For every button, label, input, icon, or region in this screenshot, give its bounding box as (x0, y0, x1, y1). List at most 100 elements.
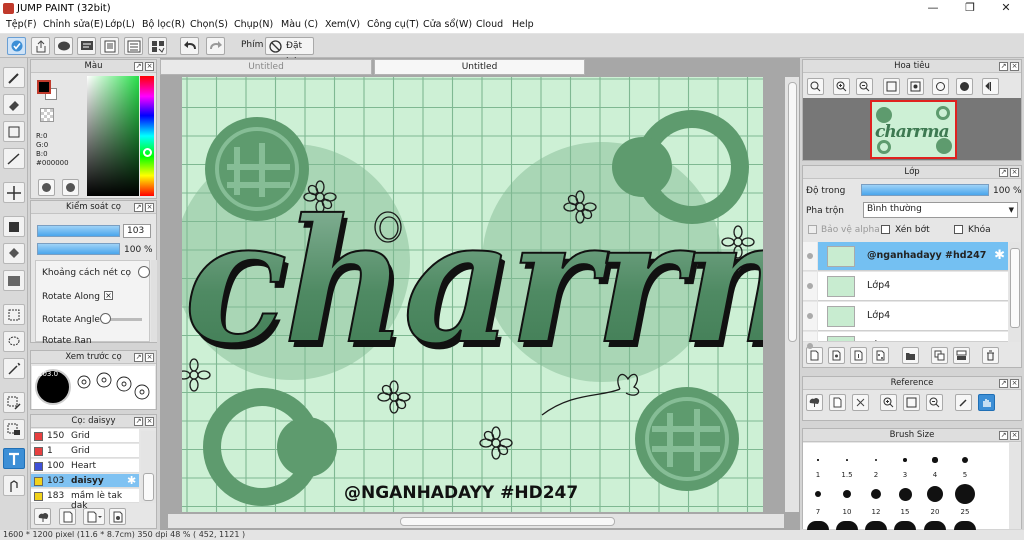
redo-button[interactable] (206, 37, 225, 55)
message-button[interactable] (77, 37, 96, 55)
reference-fit-button[interactable] (903, 394, 920, 411)
tool-gradient[interactable] (3, 270, 25, 291)
brush-list-scroll-thumb[interactable] (143, 473, 154, 501)
merge-layer-button[interactable] (953, 347, 970, 364)
tool-select-rect[interactable] (3, 121, 25, 142)
layer-visibility-toggle[interactable] (803, 302, 817, 331)
brush-size-preset[interactable] (894, 521, 916, 530)
brush-spacing-toggle[interactable] (138, 266, 150, 278)
reference-cloud-button[interactable] (806, 394, 823, 411)
brush-size-preset[interactable] (898, 487, 912, 501)
layer-visibility-toggle[interactable] (803, 242, 817, 271)
maximize-button[interactable]: ❐ (953, 0, 987, 17)
panel-float-icon[interactable]: ↗ (134, 203, 143, 212)
menu-file[interactable]: Tệp(F) (6, 19, 37, 30)
brush-list-item[interactable]: 183 mầm lè tak dak (31, 489, 139, 511)
tool-select-eraser[interactable] (3, 419, 25, 440)
reset-button[interactable]: Đặt lại (265, 37, 314, 67)
sheet-button[interactable] (124, 37, 143, 55)
new-layer-button[interactable] (806, 347, 823, 364)
tab-untitled-1[interactable]: Untitled (160, 59, 372, 75)
panel-close-icon[interactable]: × (145, 203, 154, 212)
brush-size-slider[interactable] (37, 225, 120, 237)
brush-list-item[interactable]: 1 Grid (31, 444, 139, 458)
clipping-checkbox[interactable] (881, 225, 890, 234)
new-layer-1bit-button[interactable] (850, 347, 867, 364)
saturation-value-picker[interactable] (87, 76, 139, 196)
brush-size-preset[interactable] (932, 457, 938, 463)
layer-row[interactable]: @nganhadayy #hd247 ✱ (818, 242, 1008, 271)
canvas-vertical-thumb[interactable] (788, 82, 797, 342)
brush-options-scrollbar[interactable] (151, 260, 157, 342)
panel-close-icon[interactable]: × (1010, 168, 1019, 177)
brush-size-preset[interactable] (817, 459, 819, 461)
brush-size-preset[interactable] (846, 459, 848, 461)
nav-fit-window-button[interactable] (883, 78, 900, 95)
nav-zoom-out-button[interactable] (856, 78, 873, 95)
panel-float-icon[interactable]: ↗ (999, 62, 1008, 71)
reference-zoom-in-button[interactable] (880, 394, 897, 411)
brush-size-preset[interactable] (903, 458, 907, 462)
tool-text[interactable] (3, 448, 25, 469)
tool-select[interactable] (3, 304, 25, 325)
minimize-button[interactable]: — (916, 0, 950, 17)
new-folder-button[interactable] (902, 347, 919, 364)
tab-untitled-2[interactable]: Untitled (374, 59, 585, 75)
hue-handle[interactable] (143, 148, 152, 157)
reference-open-button[interactable] (829, 394, 846, 411)
menu-color[interactable]: Màu (C) (281, 19, 318, 30)
layer-visibility-toggle[interactable] (803, 272, 817, 301)
panel-close-icon[interactable]: × (145, 353, 154, 362)
layer-row[interactable]: Lớp1 (818, 332, 1008, 342)
brush-list-item[interactable]: 100 Heart (31, 459, 139, 473)
blend-mode-select[interactable]: Bình thường ▼ (863, 202, 1018, 218)
foreground-color-swatch[interactable] (37, 80, 51, 94)
brush-cloud-button[interactable] (34, 508, 51, 525)
canvas-horizontal-thumb[interactable] (400, 517, 615, 526)
brush-size-scrollbar[interactable] (1009, 443, 1021, 529)
canvas-horizontal-scrollbar[interactable] (168, 514, 784, 528)
layer-opacity-slider[interactable] (861, 184, 989, 196)
menu-cloud[interactable]: Cloud (476, 19, 503, 30)
nav-zoom-in-button[interactable] (833, 78, 850, 95)
artboard[interactable]: charrma charrma @NGANHADAYY #HD247 (182, 77, 763, 512)
panel-float-icon[interactable]: ↗ (999, 168, 1008, 177)
tool-magic-wand[interactable] (3, 358, 25, 379)
undo-button[interactable] (180, 37, 199, 55)
panel-close-icon[interactable]: × (1010, 431, 1019, 440)
tool-operation[interactable] (3, 475, 25, 496)
menu-capture[interactable]: Chụp(N) (234, 19, 273, 30)
brush-list-item[interactable]: 150 Grid (31, 429, 139, 443)
comment-button[interactable] (54, 37, 73, 55)
brush-opacity-slider[interactable] (37, 243, 120, 255)
panel-float-icon[interactable]: ↗ (999, 379, 1008, 388)
page-button[interactable] (100, 37, 119, 55)
color-history-button[interactable] (38, 179, 55, 196)
navigator-view[interactable]: charrma (803, 98, 1021, 160)
tool-lasso[interactable] (3, 331, 25, 352)
layer-list-scrollbar[interactable] (1009, 242, 1021, 342)
tool-select-pen[interactable] (3, 392, 25, 413)
close-button[interactable]: ✕ (989, 0, 1023, 17)
stabilizer-button[interactable] (7, 37, 26, 55)
nav-rotate-right-button[interactable] (956, 78, 973, 95)
duplicate-layer-button[interactable] (931, 347, 948, 364)
brush-size-preset[interactable] (843, 490, 851, 498)
layer-row[interactable]: Lớp4 (818, 272, 1008, 301)
lock-checkbox[interactable] (954, 225, 963, 234)
hue-slider[interactable] (140, 76, 154, 196)
nav-flip-button[interactable] (982, 78, 999, 95)
brush-size-preset[interactable] (865, 521, 887, 530)
new-halftone-layer-button[interactable] (872, 347, 889, 364)
color-set-button[interactable] (62, 179, 79, 196)
panel-close-icon[interactable]: × (1010, 379, 1019, 388)
menu-layer[interactable]: Lớp(L) (105, 19, 135, 30)
brush-size-preset[interactable] (815, 491, 821, 497)
layer-visibility-toggle[interactable] (803, 332, 817, 349)
delete-layer-button[interactable] (982, 347, 999, 364)
tool-line[interactable] (3, 148, 25, 169)
panel-close-icon[interactable]: × (1010, 62, 1019, 71)
panel-float-icon[interactable]: ↗ (134, 353, 143, 362)
reference-hand-button[interactable] (978, 394, 995, 411)
menu-view[interactable]: Xem(V) (325, 19, 360, 30)
